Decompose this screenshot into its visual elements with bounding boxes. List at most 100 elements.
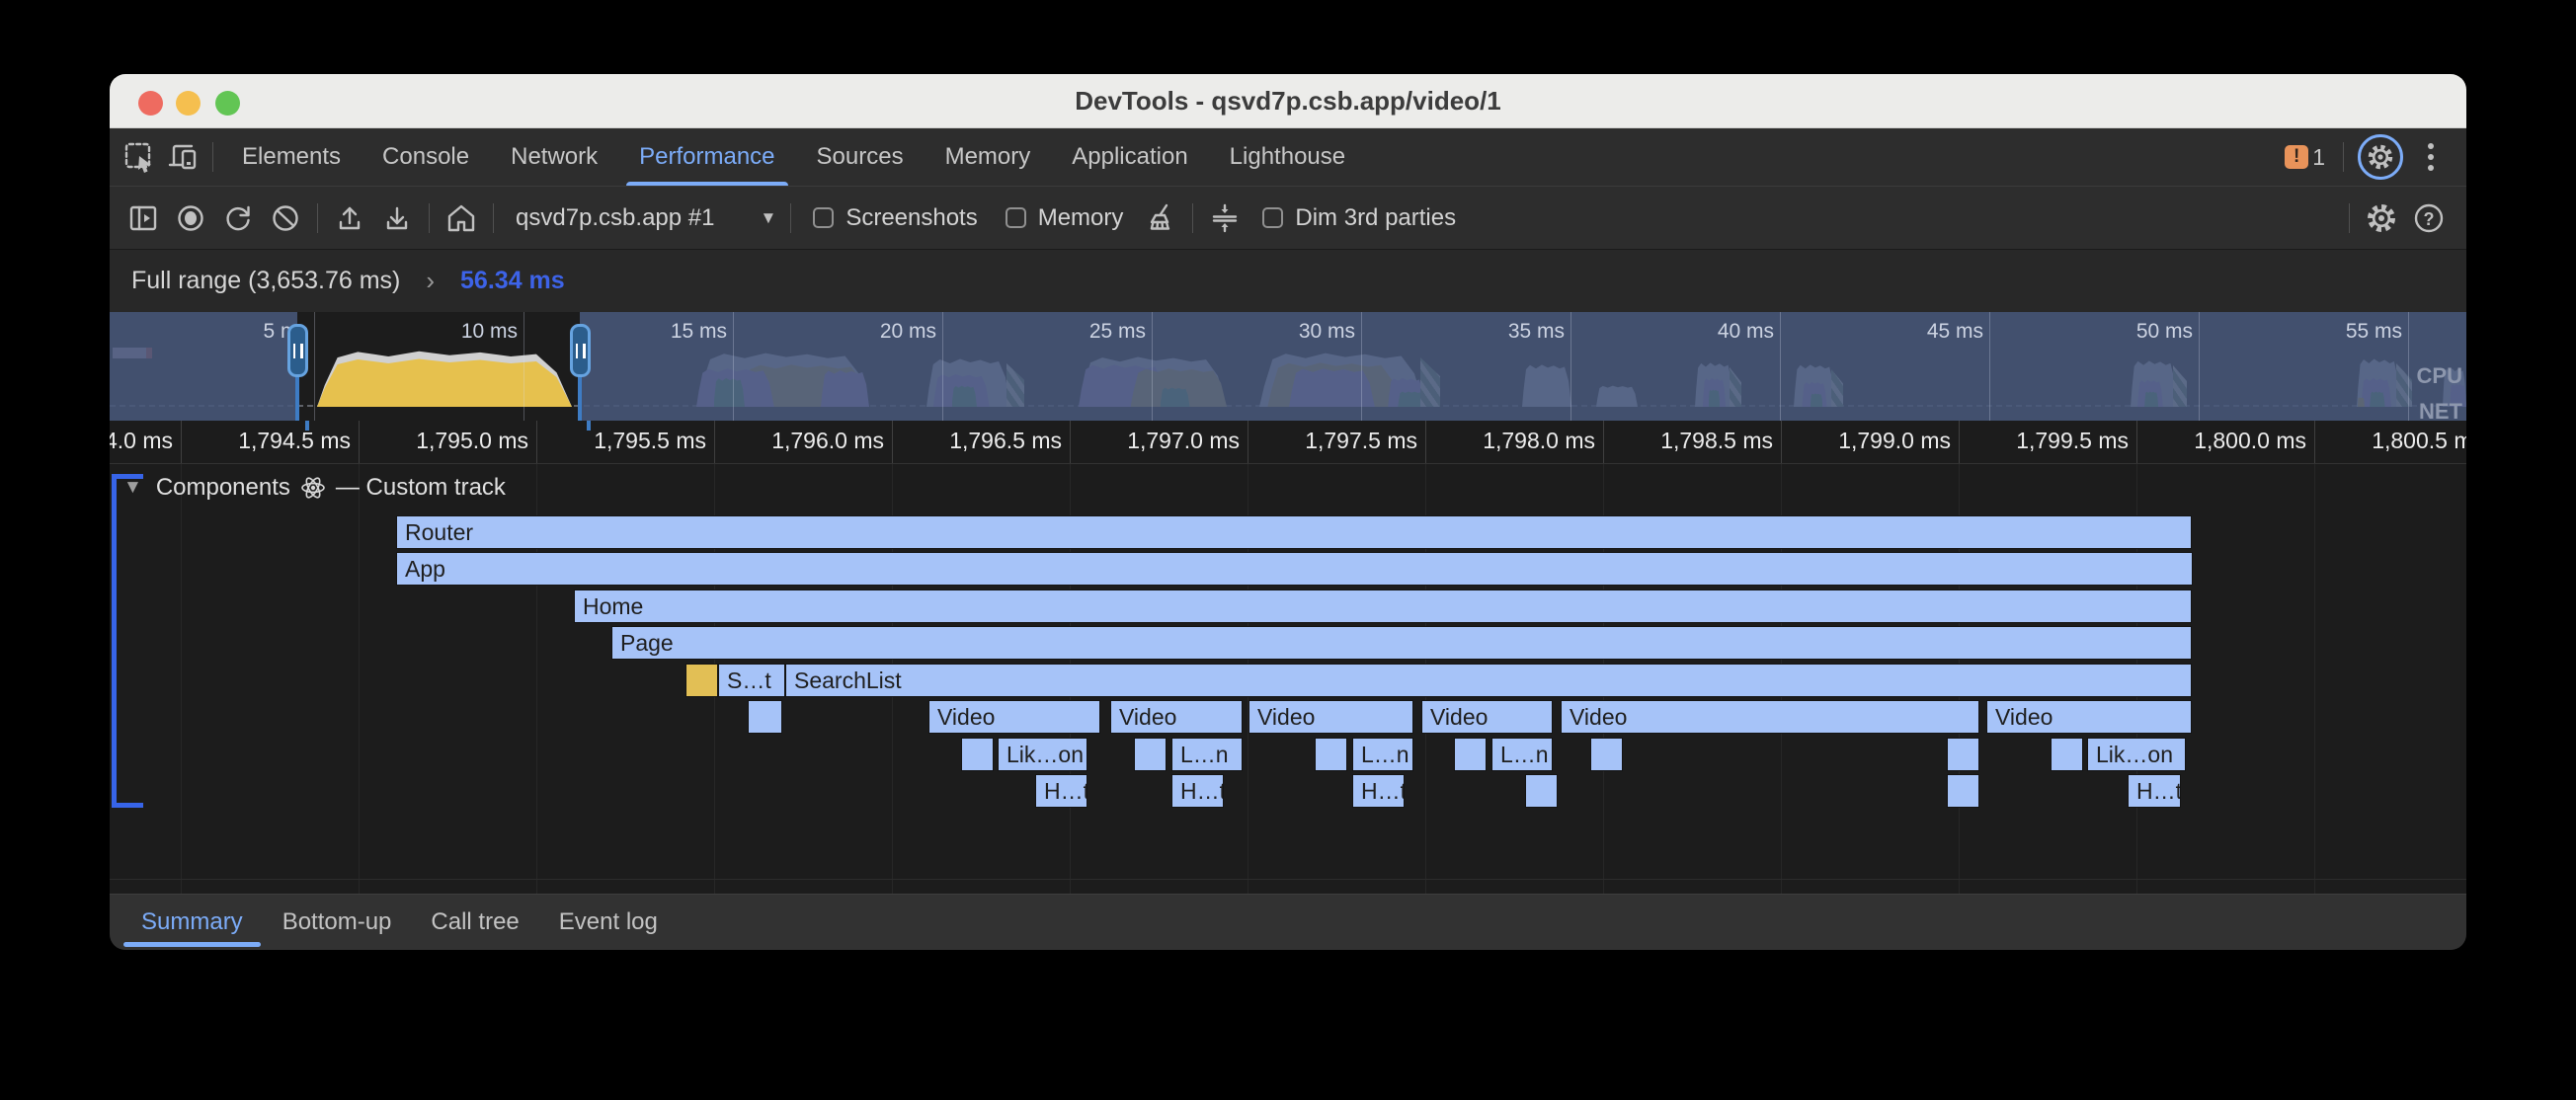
reload-record-icon[interactable] (214, 195, 262, 242)
overview-tick-label: 55 ms (2346, 320, 2408, 344)
tab-performance[interactable]: Performance (618, 128, 795, 186)
ruler-label: 1,794.0 ms (110, 428, 181, 454)
checkbox-icon[interactable] (813, 207, 834, 228)
divider (429, 203, 430, 233)
more-options-icon[interactable] (2409, 135, 2453, 179)
clear-icon[interactable] (262, 195, 309, 242)
flame-event-likon[interactable]: Lik…on (998, 738, 1087, 771)
tab-sources[interactable]: Sources (796, 128, 925, 186)
flame-event[interactable] (1947, 738, 1979, 771)
overview-tick-label: 20 ms (880, 320, 942, 344)
upload-profile-icon[interactable] (326, 195, 373, 242)
flame-event-router[interactable]: Router (396, 515, 2192, 549)
tab-lighthouse[interactable]: Lighthouse (1209, 128, 1366, 186)
flamechart[interactable]: ▼ Components — Custom track RouterAppHom… (110, 464, 2466, 894)
flame-event-likon[interactable]: Lik…on (2087, 738, 2186, 771)
target-selector[interactable]: qsvd7p.csb.app #1 ▼ (516, 204, 776, 232)
dim-3rd-parties-checkbox[interactable]: Dim 3rd parties (1262, 204, 1456, 232)
ruler-label: 1,797.0 ms (1127, 428, 1248, 454)
performance-toolbar: qsvd7p.csb.app #1 ▼ Screenshots Memory (110, 187, 2466, 250)
issues-count[interactable]: 1 (2312, 144, 2325, 171)
flame-event-st[interactable]: S…t (718, 664, 785, 697)
download-profile-icon[interactable] (373, 195, 421, 242)
devtools-window: DevTools - qsvd7p.csb.app/video/1 Elemen… (110, 74, 2466, 950)
overview-tick (733, 312, 734, 421)
overview-tick (1152, 312, 1153, 421)
checkbox-icon[interactable] (1262, 207, 1283, 228)
timeline-overview[interactable]: 5 ms10 ms15 ms20 ms25 ms30 ms35 ms40 ms4… (110, 312, 2466, 421)
full-range-crumb[interactable]: Full range (3,653.76 ms) (131, 267, 400, 295)
tab-call-tree[interactable]: Call tree (411, 895, 538, 950)
panel-settings-gear-icon[interactable] (2358, 195, 2405, 242)
flame-event-video[interactable]: Video (1248, 700, 1413, 734)
divider (493, 203, 494, 233)
flame-event-page[interactable]: Page (611, 626, 2192, 660)
flame-event-searchlist[interactable]: SearchList (785, 664, 2192, 697)
tab-network[interactable]: Network (490, 128, 618, 186)
tab-event-log[interactable]: Event log (539, 895, 678, 950)
flame-event[interactable] (685, 664, 718, 697)
collapse-flame-icon[interactable] (1201, 195, 1248, 242)
memory-checkbox[interactable]: Memory (1006, 204, 1124, 232)
tab-application[interactable]: Application (1051, 128, 1208, 186)
flame-event-ln[interactable]: L…n (1171, 738, 1243, 771)
tab-bottom-up[interactable]: Bottom-up (263, 895, 412, 950)
checkbox-icon[interactable] (1006, 207, 1026, 228)
selected-range-crumb[interactable]: 56.34 ms (460, 267, 565, 295)
device-toolbar-icon[interactable] (161, 135, 204, 179)
flame-event-ln[interactable]: L…n (1491, 738, 1553, 771)
flame-event[interactable] (748, 700, 782, 734)
flame-event-ht[interactable]: H…t (1352, 774, 1405, 808)
settings-gear-icon[interactable] (2358, 134, 2403, 180)
overview-tick-label: 40 ms (1718, 320, 1780, 344)
track-title-suffix: — Custom track (336, 474, 506, 502)
flame-event-video[interactable]: Video (1986, 700, 2192, 734)
flame-event[interactable] (961, 738, 994, 771)
overview-tick-label: 35 ms (1508, 320, 1570, 344)
home-icon[interactable] (438, 195, 485, 242)
flame-event-ht[interactable]: H…t (1171, 774, 1224, 808)
garbage-collect-icon[interactable] (1137, 195, 1184, 242)
tab-elements[interactable]: Elements (221, 128, 362, 186)
components-track-header[interactable]: ▼ Components — Custom track (123, 474, 506, 502)
overview-tick-label: 30 ms (1299, 320, 1361, 344)
flame-event[interactable] (1315, 738, 1347, 771)
maximize-window-button[interactable] (215, 91, 240, 116)
flame-event[interactable] (1134, 738, 1167, 771)
overview-tick (2408, 312, 2409, 421)
tab-summary[interactable]: Summary (121, 895, 263, 950)
close-window-button[interactable] (138, 91, 163, 116)
flame-event-ht[interactable]: H…t (1035, 774, 1087, 808)
flame-event-app[interactable]: App (396, 552, 2193, 586)
flame-event-video[interactable]: Video (1110, 700, 1243, 734)
inspect-element-icon[interactable] (118, 135, 161, 179)
devtools-tabbar: ElementsConsoleNetworkPerformanceSources… (110, 128, 2466, 187)
ruler-label: 1,799.0 ms (1838, 428, 1959, 454)
flame-event-video[interactable]: Video (1561, 700, 1979, 734)
tab-memory[interactable]: Memory (925, 128, 1052, 186)
range-handle-right[interactable] (570, 324, 591, 377)
tab-console[interactable]: Console (362, 128, 490, 186)
range-handle-left[interactable] (287, 324, 308, 377)
flame-event[interactable] (1454, 738, 1487, 771)
screenshots-checkbox[interactable]: Screenshots (813, 204, 977, 232)
flame-event-home[interactable]: Home (574, 589, 2192, 623)
flame-event[interactable] (2051, 738, 2083, 771)
toggle-sidebar-icon[interactable] (120, 195, 167, 242)
flame-event-video[interactable]: Video (1421, 700, 1553, 734)
svg-text:?: ? (2424, 209, 2435, 229)
ruler-label: 1,799.5 ms (2016, 428, 2136, 454)
help-icon[interactable]: ? (2405, 195, 2453, 242)
flame-event[interactable] (1947, 774, 1979, 808)
ruler-label: 1,796.5 ms (949, 428, 1070, 454)
issues-icon[interactable]: ! (2285, 145, 2308, 169)
minimize-window-button[interactable] (176, 91, 201, 116)
chevron-down-icon: ▼ (760, 208, 776, 228)
flame-event-ht[interactable]: H…t (2128, 774, 2181, 808)
flame-event[interactable] (1525, 774, 1558, 808)
track-title-prefix: Components (156, 474, 290, 502)
record-icon[interactable] (167, 195, 214, 242)
flame-event-ln[interactable]: L…n (1352, 738, 1413, 771)
flame-event[interactable] (1590, 738, 1623, 771)
flame-event-video[interactable]: Video (928, 700, 1100, 734)
